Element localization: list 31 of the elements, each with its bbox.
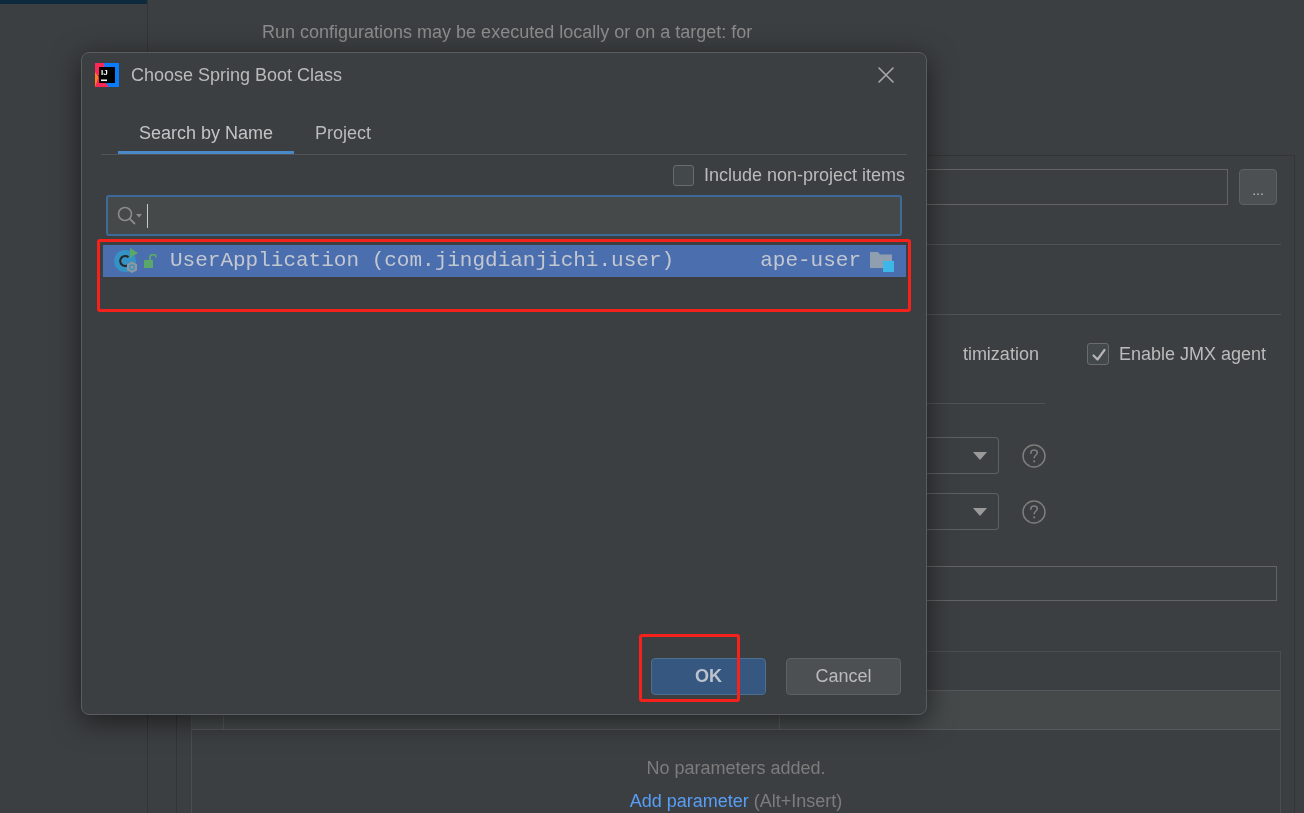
text-field[interactable] bbox=[926, 169, 1228, 205]
dropdown-arrow-icon bbox=[973, 451, 987, 460]
checkbox[interactable] bbox=[672, 164, 694, 186]
search-field[interactable] bbox=[106, 195, 902, 236]
description-text: Run configurations may be executed locally or on a target: for bbox=[262, 21, 753, 43]
dialog-title: Choose Spring Boot Class bbox=[131, 64, 343, 86]
class-name: UserApplication (com.jingdianjichi.user) bbox=[170, 248, 675, 274]
tab[interactable]: Search by Name bbox=[118, 112, 295, 154]
dropdown-arrow-icon bbox=[973, 507, 987, 516]
search-icon bbox=[116, 204, 142, 227]
checkbox-label: Include non-project items bbox=[703, 164, 905, 186]
shortcut-hint: (Alt+Insert) bbox=[753, 791, 843, 811]
close-icon[interactable] bbox=[878, 67, 894, 83]
logo-text: IJ bbox=[101, 68, 108, 77]
add-parameter-link[interactable]: Add parameter bbox=[629, 791, 749, 811]
help-icon[interactable] bbox=[1022, 499, 1046, 524]
browse-button[interactable]: ... bbox=[1239, 169, 1277, 205]
cancel-button[interactable]: Cancel bbox=[786, 658, 901, 695]
help-icon[interactable] bbox=[1022, 443, 1046, 468]
tab[interactable]: Project bbox=[294, 112, 393, 154]
text-field[interactable] bbox=[926, 566, 1277, 601]
checkbox-label: Enable JMX agent bbox=[1118, 343, 1266, 365]
option-label: timization bbox=[962, 343, 1039, 365]
open-lock-icon bbox=[144, 254, 157, 268]
folder-icon bbox=[870, 250, 894, 272]
app-logo-icon bbox=[95, 63, 119, 87]
checkbox[interactable] bbox=[1086, 343, 1109, 365]
empty-state-text: No parameters added. bbox=[646, 757, 826, 779]
result-row[interactable]: UserApplication (com.jingdianjichi.user) ape-user bbox=[103, 245, 906, 277]
ok-button[interactable]: OK bbox=[651, 658, 766, 695]
module-name: ape-user bbox=[760, 248, 861, 274]
